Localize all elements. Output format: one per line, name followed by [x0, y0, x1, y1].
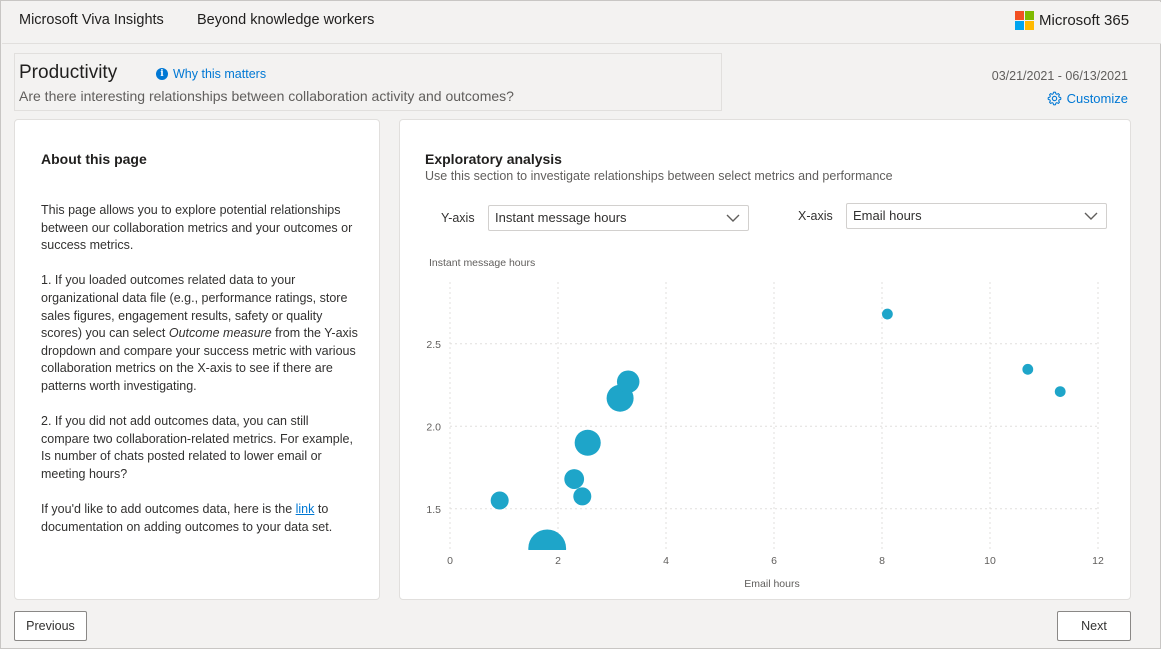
y-axis-title: Instant message hours — [429, 257, 535, 269]
about-paragraph-4: If you'd like to add outcomes data, here… — [41, 501, 359, 536]
data-point[interactable] — [1022, 363, 1034, 375]
data-point[interactable] — [490, 491, 509, 510]
outcome-measure-emphasis: Outcome measure — [168, 326, 272, 341]
page-header: Productivity i Why this matters Are ther… — [14, 53, 722, 111]
data-point[interactable] — [573, 487, 592, 506]
y-tick-label: 2.0 — [426, 421, 441, 433]
about-card: About this page This page allows you to … — [14, 119, 380, 600]
about-paragraph-1: This page allows you to explore potentia… — [41, 203, 353, 253]
data-point[interactable] — [564, 469, 585, 489]
gear-icon — [1047, 91, 1061, 106]
x-tick-label: 10 — [984, 555, 996, 567]
brand-name: Microsoft 365 — [1039, 12, 1130, 29]
y-tick-label: 1.5 — [426, 504, 441, 516]
about-title: About this page — [41, 151, 147, 167]
analysis-card: Exploratory analysis Use this section to… — [399, 119, 1131, 600]
why-this-matters-link[interactable]: Why this matters — [173, 67, 266, 81]
x-tick-label: 0 — [447, 555, 453, 567]
x-axis-title: Email hours — [744, 578, 799, 590]
app-window: Microsoft Viva Insights Beyond knowledge… — [0, 0, 1161, 649]
x-tick-label: 6 — [771, 555, 777, 567]
top-bar: Microsoft Viva Insights Beyond knowledge… — [2, 2, 1161, 44]
documentation-link[interactable]: link — [296, 502, 315, 516]
tab-beyond-knowledge-workers[interactable]: Beyond knowledge workers — [197, 12, 374, 28]
page-title: Productivity — [19, 62, 118, 83]
next-button[interactable]: Next — [1057, 611, 1131, 641]
about-paragraph-3: 2. If you did not add outcomes data, you… — [41, 414, 353, 481]
x-tick-label: 8 — [879, 555, 885, 567]
scatter-chart: Instant message hours 1.5 2.0 2.5 0 2 4 6 8 10 12 E… — [426, 257, 1104, 590]
data-point[interactable] — [1054, 386, 1066, 397]
x-tick-label: 4 — [663, 555, 669, 567]
data-point[interactable] — [616, 370, 640, 393]
about-paragraph-2: 1. If you loaded outcomes related data t… — [41, 272, 359, 395]
info-icon[interactable]: i — [156, 68, 168, 80]
about-paragraph-4-text: If you'd like to add outcomes data, here… — [41, 502, 296, 517]
previous-button[interactable]: Previous — [14, 611, 87, 641]
page-subtitle: Are there interesting relationships betw… — [19, 88, 514, 104]
x-tick-label: 12 — [1092, 555, 1104, 567]
microsoft-logo-icon — [1015, 11, 1034, 30]
data-point[interactable] — [574, 429, 601, 456]
customize-label: Customize — [1066, 91, 1128, 106]
customize-button[interactable]: Customize — [1047, 91, 1128, 106]
x-tick-label: 2 — [555, 555, 561, 567]
data-points — [490, 308, 1066, 550]
app-name[interactable]: Microsoft Viva Insights — [19, 12, 164, 28]
data-point[interactable] — [882, 308, 893, 320]
about-body: This page allows you to explore potentia… — [41, 202, 359, 554]
date-range: 03/21/2021 - 06/13/2021 — [991, 69, 1128, 83]
y-tick-label: 2.5 — [426, 339, 441, 351]
